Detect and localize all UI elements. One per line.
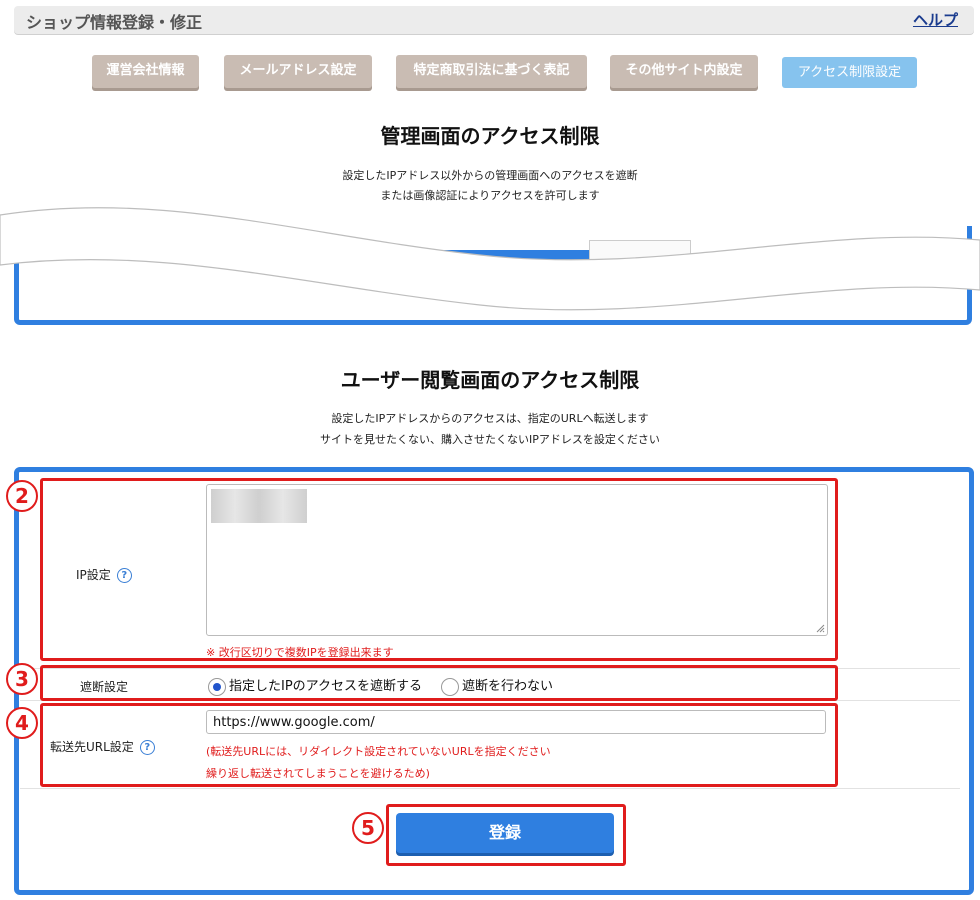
marker-4: 4 [6,707,38,739]
user-desc-line1: 設定したIPアドレスからのアクセスは、指定のURLへ転送します [331,412,649,425]
marker-3: 3 [6,663,38,695]
wave-cut-divider [0,207,980,311]
row-divider [20,788,960,789]
admin-section-title: 管理画面のアクセス制限 [380,124,600,148]
annotation-box-submit [386,804,626,866]
marker-2: 2 [6,480,38,512]
title-bar: ショップ情報登録・修正 ヘルプ [14,6,974,34]
user-desc-line2: サイトを見せたくない、購入させたくないIPアドレスを設定ください [320,433,660,446]
annotation-box-url [40,703,838,787]
tab-company-info[interactable]: 運営会社情報 [92,55,199,88]
tab-email-settings[interactable]: メールアドレス設定 [224,55,372,88]
marker-5: 5 [352,812,384,844]
annotation-box-block [40,665,838,701]
tab-access-restriction[interactable]: アクセス制限設定 [782,57,917,88]
admin-desc-line1: 設定したIPアドレス以外からの管理画面へのアクセスを遮断 [342,169,638,182]
annotation-box-ip [40,478,838,661]
page-title: ショップ情報登録・修正 [26,13,203,32]
tab-other-site-settings[interactable]: その他サイト内設定 [610,55,758,88]
help-link[interactable]: ヘルプ [913,9,958,30]
user-section-title: ユーザー閲覧画面のアクセス制限 [340,368,640,392]
tab-commercial-law[interactable]: 特定商取引法に基づく表記 [396,55,587,88]
